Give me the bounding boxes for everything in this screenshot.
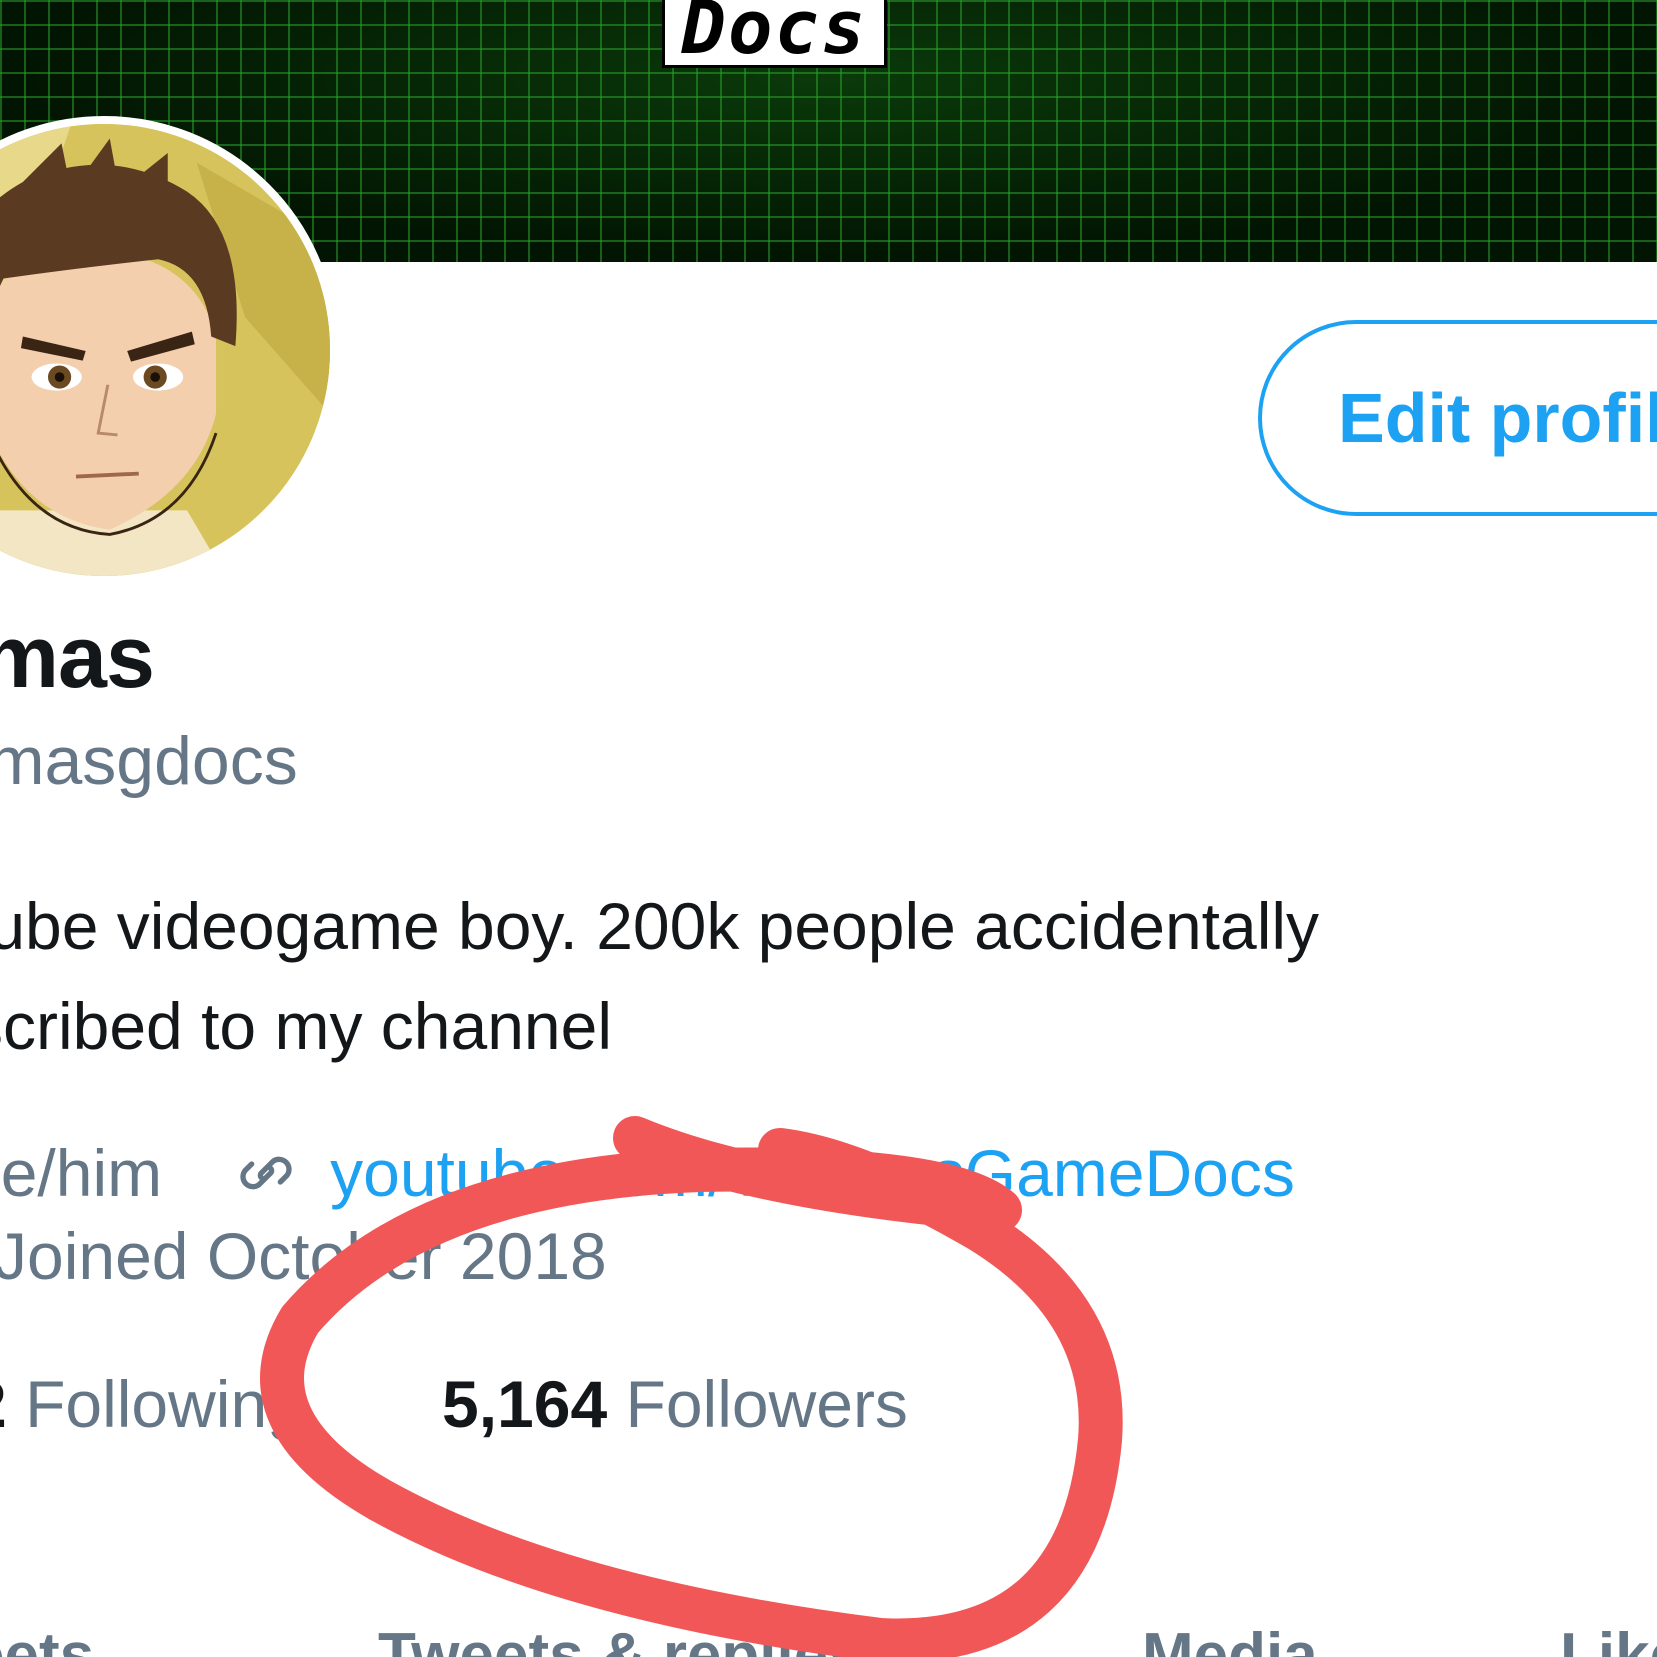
user-handle: omasgdocs — [0, 723, 298, 799]
profile-link[interactable]: youtube.com/ThomasGameDocs — [330, 1135, 1295, 1211]
bio-line: scribed to my channel — [0, 989, 612, 1063]
following-label: Following — [25, 1367, 304, 1441]
banner-logo: Docs — [662, 0, 887, 68]
followers-count: 5,164 — [442, 1367, 608, 1441]
joined-text: Joined October 2018 — [0, 1219, 607, 1293]
followers-link[interactable]: 5,164 Followers — [442, 1366, 908, 1442]
profile-tabs: eets Tweets & replies Media Likes — [0, 1600, 1657, 1657]
following-count: 2 — [0, 1367, 7, 1441]
following-link[interactable]: 2 Following — [0, 1366, 304, 1442]
profile-meta-row: he/him youtube.com/ThomasGameDocs — [0, 1128, 1295, 1218]
tab-tweets[interactable]: eets — [0, 1620, 94, 1657]
followers-label: Followers — [625, 1367, 908, 1441]
link-icon — [226, 1133, 306, 1213]
bio-line: tube videogame boy. 200k people accident… — [0, 889, 1320, 963]
banner-logo-text: Docs — [681, 0, 868, 71]
tab-likes[interactable]: Likes — [1560, 1620, 1657, 1657]
tab-media[interactable]: Media — [1142, 1620, 1318, 1657]
tab-tweets-replies[interactable]: Tweets & replies — [378, 1620, 863, 1657]
display-name: omas — [0, 607, 155, 706]
joined-date: Joined October 2018 — [0, 1218, 607, 1294]
profile-page: Docs Edit profil mas masgdocs tube video… — [0, 0, 1657, 1657]
edit-profile-button[interactable]: Edit profile — [1258, 320, 1657, 516]
pronouns: he/him — [0, 1136, 163, 1210]
bio: tube videogame boy. 200k people accident… — [0, 876, 1657, 1076]
